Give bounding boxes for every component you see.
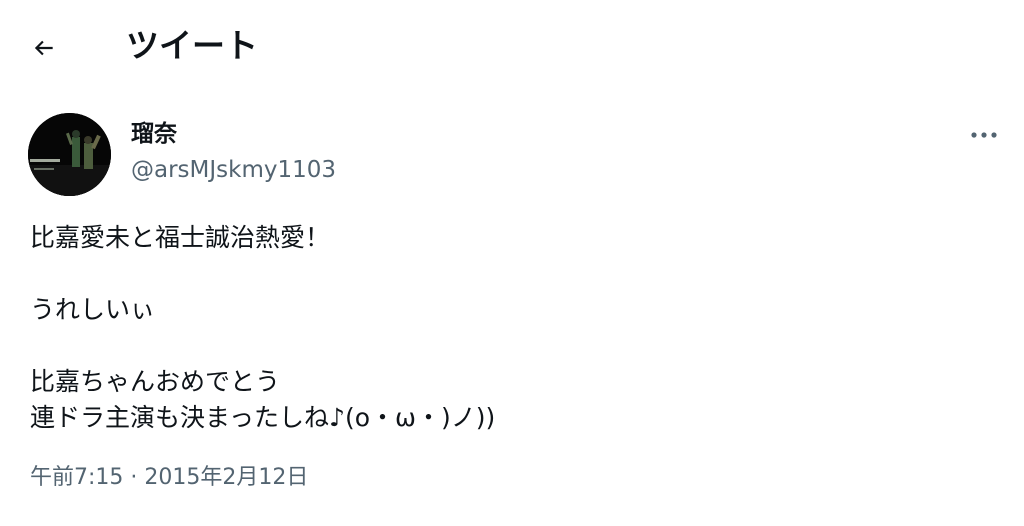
more-options-button[interactable] <box>962 116 1006 154</box>
author-display-name[interactable]: 瑠奈 <box>131 118 177 150</box>
tweet-line: 比嘉ちゃんおめでとう <box>30 367 281 396</box>
tweet-line <box>30 328 990 364</box>
avatar[interactable] <box>28 113 111 196</box>
tweet-text: 比嘉愛未と福士誠治熱愛！ うれしいぃ 比嘉ちゃんおめでとう 連ドラ主演も決まった… <box>30 220 990 436</box>
back-arrow-icon <box>34 40 53 56</box>
tweet-line: 比嘉愛未と福士誠治熱愛！ <box>30 223 331 252</box>
more-options-icon <box>971 132 997 138</box>
tweet-header: ツイート <box>0 0 1024 92</box>
tweet-time: 午前7:15 <box>30 465 124 490</box>
tweet-date: 2015年2月12日 <box>144 465 309 490</box>
timestamp-separator: · <box>123 465 145 490</box>
tweet-timestamp[interactable]: 午前7:15 · 2015年2月12日 <box>30 460 308 496</box>
author-handle[interactable]: @arsMJskmy1103 <box>131 154 336 186</box>
tweet-line: 連ドラ主演も決まったしね♪(ο・ω・)ノ)) <box>30 403 496 432</box>
tweet-line <box>30 256 990 292</box>
back-button[interactable] <box>22 26 66 70</box>
tweet-line: うれしいぃ <box>30 295 156 324</box>
page-title: ツイート <box>126 26 258 65</box>
avatar-photo <box>28 113 111 196</box>
